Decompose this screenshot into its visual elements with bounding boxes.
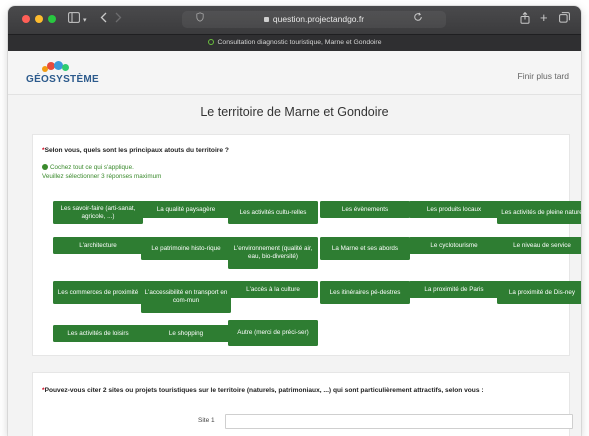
tab-overview-icon[interactable]: [559, 12, 570, 27]
option-shopping[interactable]: Le shopping: [141, 325, 231, 342]
hint-line-2: Veuillez sélectionner 3 réponses maximum: [42, 173, 161, 180]
question-label: Pouvez-vous citer 2 sites ou projets tou…: [44, 387, 484, 394]
option-proximite-paris[interactable]: La proximité de Paris: [409, 281, 499, 298]
hint-max-answers: Veuillez sélectionner 3 réponses maximum: [42, 173, 162, 180]
option-qualite-paysagere[interactable]: La qualité paysagère: [141, 201, 231, 218]
option-activites-loisirs[interactable]: Les activités de loisirs: [53, 325, 143, 342]
option-patrimoine-historique[interactable]: Le patrimoine histo-rique: [141, 237, 231, 260]
minimize-window-button[interactable]: [35, 15, 43, 23]
option-evenements[interactable]: Les évènements: [320, 201, 410, 218]
lock-icon: [263, 17, 269, 22]
option-architecture[interactable]: L'architecture: [53, 237, 143, 254]
option-activites-pleine-nature[interactable]: Les activités de pleine nature: [497, 201, 581, 224]
question-card-sites: *Pouvez-vous citer 2 sites ou projets to…: [32, 372, 573, 436]
question-card-atouts: *Selon vous, quels sont les principaux a…: [32, 134, 581, 356]
tab-bar: Consultation diagnostic touristique, Mar…: [8, 34, 581, 51]
forward-button[interactable]: [114, 12, 122, 27]
sidebar-toggle-icon[interactable]: [68, 12, 80, 27]
url-text: question.projectandgo.fr: [272, 14, 365, 24]
browser-window: ▾ question.projectandgo.fr + Consultatio…: [8, 6, 581, 436]
option-accessibilite-transport[interactable]: L'accessibilité en transport en com-mun: [141, 281, 231, 313]
option-acces-culture[interactable]: L'accès à la culture: [228, 281, 318, 298]
logo-dots-icon: [42, 61, 74, 73]
tab-favicon-icon: [207, 39, 214, 45]
option-commerces-proximite[interactable]: Les commerces de proximité: [53, 281, 143, 304]
hint-line-1: Cochez tout ce qui s'applique.: [42, 163, 134, 171]
tab-title: Consultation diagnostic touristique, Mar…: [217, 39, 382, 46]
option-savoir-faire[interactable]: Les savoir-faire (arti-sanat, agricole, …: [53, 201, 143, 224]
question-label: Selon vous, quels sont les principaux at…: [44, 147, 229, 154]
zoom-window-button[interactable]: [48, 15, 56, 23]
address-bar[interactable]: question.projectandgo.fr: [182, 11, 446, 28]
share-icon[interactable]: [520, 11, 530, 28]
option-marne-abords[interactable]: La Marne et ses abords: [320, 237, 410, 260]
option-niveau-service[interactable]: Le niveau de service: [497, 237, 581, 254]
site1-label: Site 1: [198, 417, 215, 424]
finish-later-link[interactable]: Finir plus tard: [518, 71, 570, 81]
option-cyclotourisme[interactable]: Le cyclotourisme: [409, 237, 499, 254]
option-proximite-disney[interactable]: La proximité de Dis-ney: [497, 281, 581, 304]
site1-input[interactable]: [225, 414, 573, 429]
page-title: Le territoire de Marne et Gondoire: [200, 105, 389, 119]
close-window-button[interactable]: [22, 15, 30, 23]
question-text: *Selon vous, quels sont les principaux a…: [42, 147, 229, 154]
new-tab-icon[interactable]: +: [540, 11, 548, 25]
option-environnement[interactable]: L'environnement (qualité air, eau, bio-d…: [228, 237, 318, 269]
option-produits-locaux[interactable]: Les produits locaux: [409, 201, 499, 218]
back-button[interactable]: [100, 12, 108, 27]
browser-toolbar: ▾ question.projectandgo.fr +: [8, 6, 581, 34]
question-text: *Pouvez-vous citer 2 sites ou projets to…: [42, 387, 560, 394]
option-itineraires-pedestres[interactable]: Les itinéraires pé-destres: [320, 281, 410, 304]
logo-text: GÉOSYSTÈME: [26, 74, 100, 85]
option-activites-culturelles[interactable]: Les activités cultu-relles: [228, 201, 318, 224]
reload-icon[interactable]: [413, 12, 423, 26]
site-header: GÉOSYSTÈME Finir plus tard: [8, 51, 581, 95]
address-bar-text: question.projectandgo.fr: [182, 14, 446, 24]
option-autre[interactable]: Autre (merci de préci-ser): [228, 320, 318, 346]
info-check-icon: [42, 164, 48, 170]
active-tab[interactable]: Consultation diagnostic touristique, Mar…: [8, 38, 581, 46]
chevron-down-icon[interactable]: ▾: [83, 14, 87, 28]
hint-check-all: Cochez tout ce qui s'applique.: [50, 164, 134, 171]
